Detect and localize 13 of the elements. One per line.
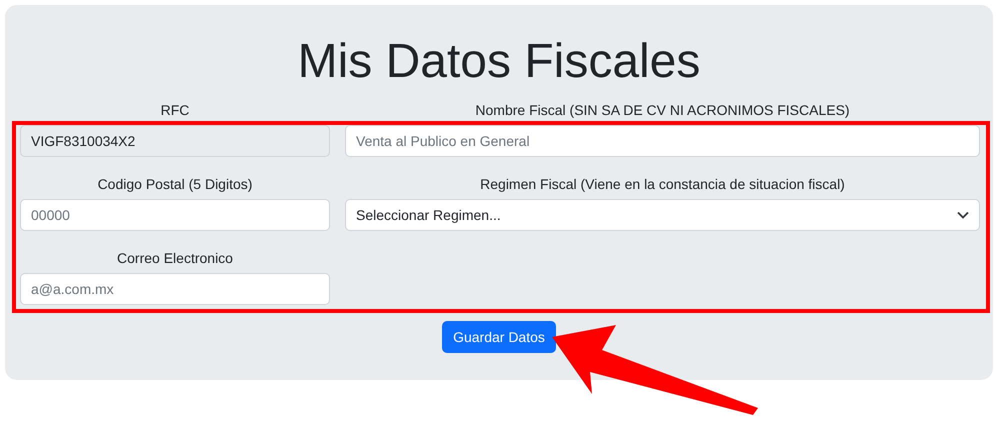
- input-field[interactable]: 00000: [20, 199, 330, 231]
- field-label: Nombre Fiscal (SIN SA DE CV NI ACRONIMOS FISCALES): [474, 101, 851, 120]
- input-field[interactable]: a@a.com.mx: [20, 273, 330, 305]
- field-label: Regimen Fiscal (Viene en la constancia de situacion fiscal): [479, 175, 846, 194]
- field-label: RFC: [160, 101, 190, 120]
- field-label: Correo Electronico: [116, 249, 234, 268]
- input-field[interactable]: Venta al Publico en General: [345, 125, 980, 157]
- page-title: Mis Datos Fiscales: [298, 34, 700, 90]
- field-label: Codigo Postal (5 Digitos): [96, 175, 254, 194]
- chevron-down-icon: [957, 211, 969, 219]
- select-value: Seleccionar Regimen...: [356, 207, 501, 223]
- select-field[interactable]: Seleccionar Regimen...: [345, 199, 980, 231]
- save-button[interactable]: Guardar Datos: [442, 321, 556, 353]
